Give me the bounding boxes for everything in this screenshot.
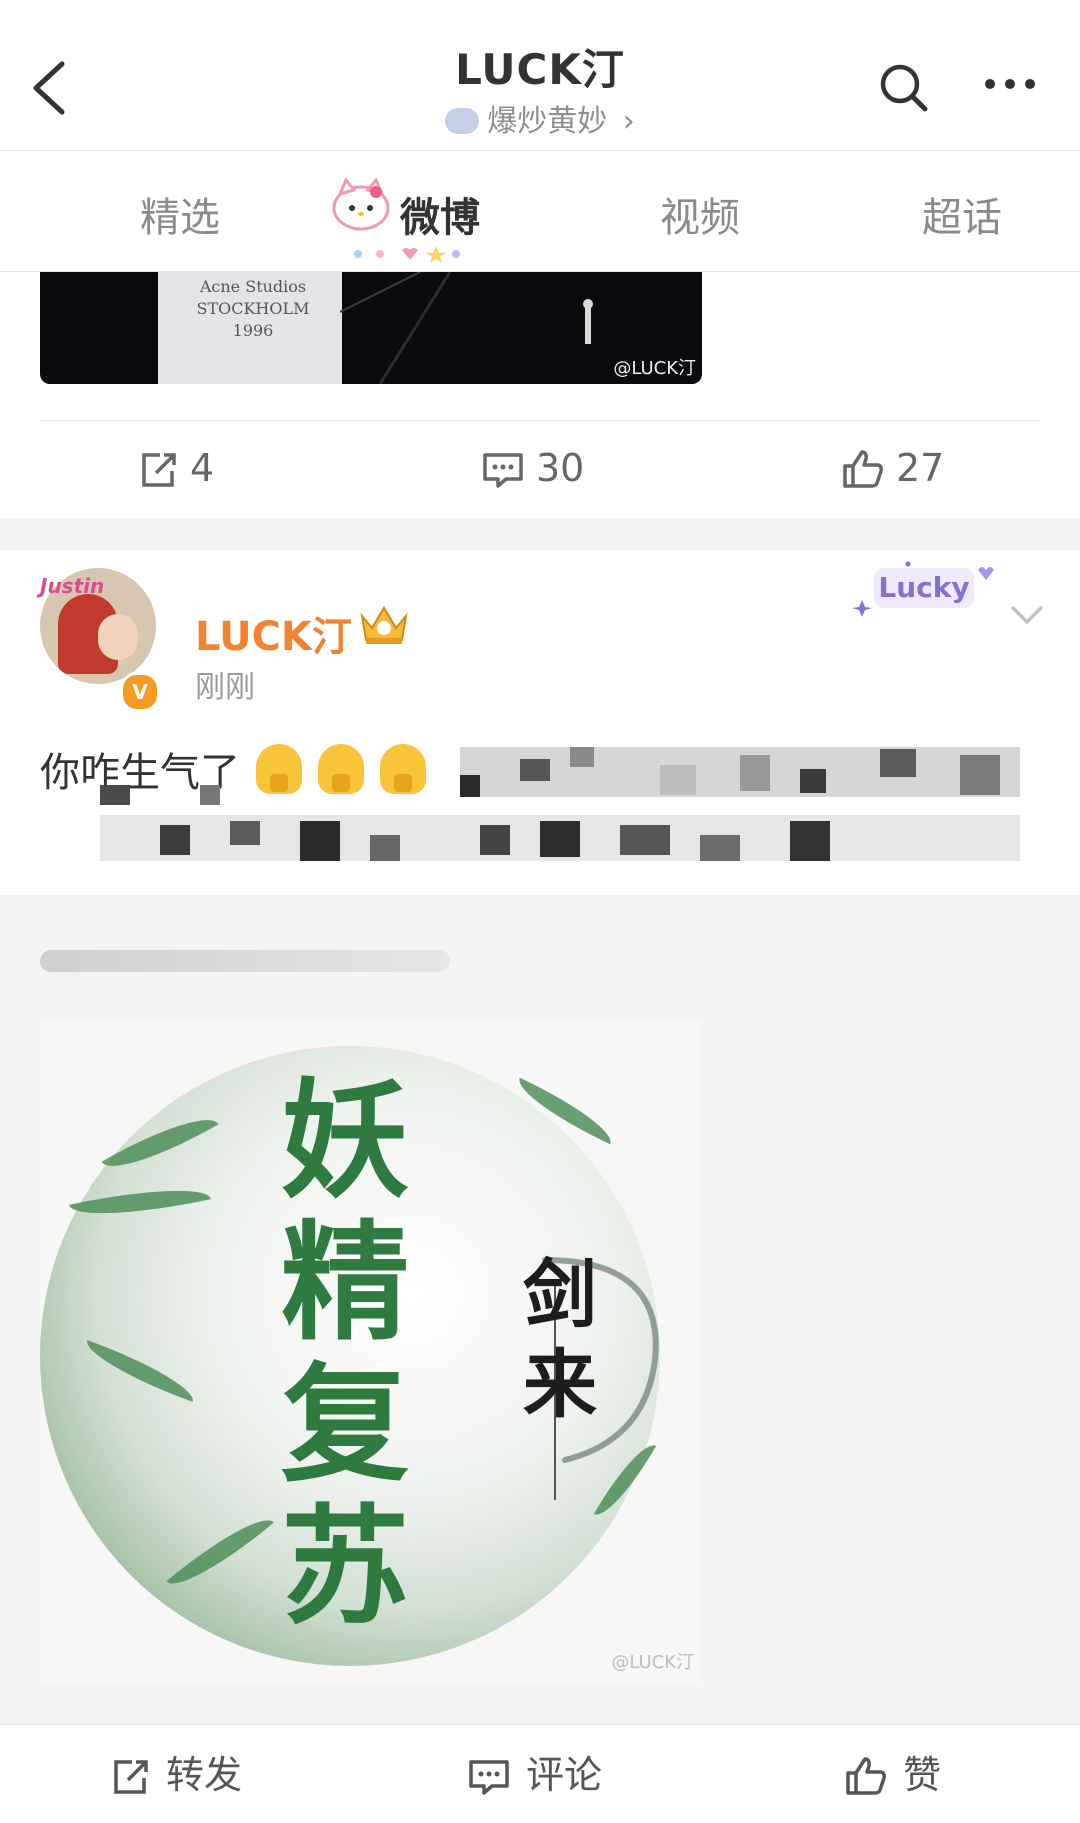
tab-shipin[interactable]: 视频 (660, 185, 740, 243)
photo-watermark: @LUCK汀 (613, 358, 696, 379)
comment-button[interactable]: 评论 (468, 1744, 602, 1799)
avatar-frame-text: Justin (40, 574, 105, 598)
comment-icon (469, 1760, 509, 1795)
tab-chaohua[interactable]: 超话 (922, 185, 1002, 243)
tab-bar: 精选 微博 视频 超话 (0, 151, 1080, 272)
repost-label: 转发 (166, 1753, 243, 1797)
comment-button[interactable]: 30 (482, 446, 584, 490)
like-count: 27 (896, 446, 945, 490)
tab-active-decoration (350, 244, 462, 264)
thumbs-up-icon (843, 450, 883, 488)
image-watermark: @LUCK汀 (611, 1652, 694, 1673)
image-title: 妖精复苏 (280, 1066, 409, 1642)
chevron-down-icon[interactable] (1010, 604, 1044, 626)
comment-icon (483, 453, 523, 488)
username[interactable]: LUCK汀 (195, 604, 352, 662)
like-button[interactable]: 27 (842, 446, 944, 490)
subtitle-face-icon (445, 108, 480, 134)
tab-jingxuan[interactable]: 精选 (140, 185, 220, 243)
like-label: 赞 (903, 1753, 942, 1797)
subtitle-text: 爆炒黄妙 (487, 104, 608, 139)
post-photo[interactable]: Acne Studios STOCKHOLM 1996 @LUCK汀 (40, 272, 702, 384)
image-subtitle: 剑来 (523, 1252, 597, 1428)
thumbs-up-icon (846, 1757, 886, 1795)
quoted-author-blurred (40, 950, 450, 972)
repost-button[interactable]: 转发 (110, 1744, 242, 1799)
search-icon[interactable] (878, 62, 930, 114)
like-button[interactable]: 赞 (845, 1744, 941, 1799)
crown-icon (358, 604, 410, 646)
more-icon[interactable] (982, 72, 1038, 96)
censored-text-mosaic (100, 747, 1020, 861)
repost-icon (142, 453, 176, 487)
chevron-right-icon: › (622, 104, 635, 139)
repost-count: 4 (190, 446, 215, 490)
tab-weibo[interactable]: 微博 (400, 185, 480, 243)
hello-kitty-icon (330, 177, 392, 232)
comment-count: 30 (536, 446, 585, 490)
repost-icon (114, 1760, 148, 1794)
quoted-post-image[interactable]: 妖精复苏 剑来 @LUCK汀 (40, 1020, 702, 1682)
avatar-face (98, 614, 138, 660)
comment-label: 评论 (526, 1753, 603, 1797)
shirt-print-text: Acne Studios STOCKHOLM 1996 (196, 277, 310, 340)
verified-badge: V (120, 672, 160, 712)
repost-button[interactable]: 4 (138, 446, 214, 490)
divider (40, 420, 1040, 421)
post-time: 刚刚 (195, 670, 255, 705)
lucky-badge: Lucky (852, 560, 1000, 618)
lucky-badge-text: Lucky (878, 571, 969, 604)
